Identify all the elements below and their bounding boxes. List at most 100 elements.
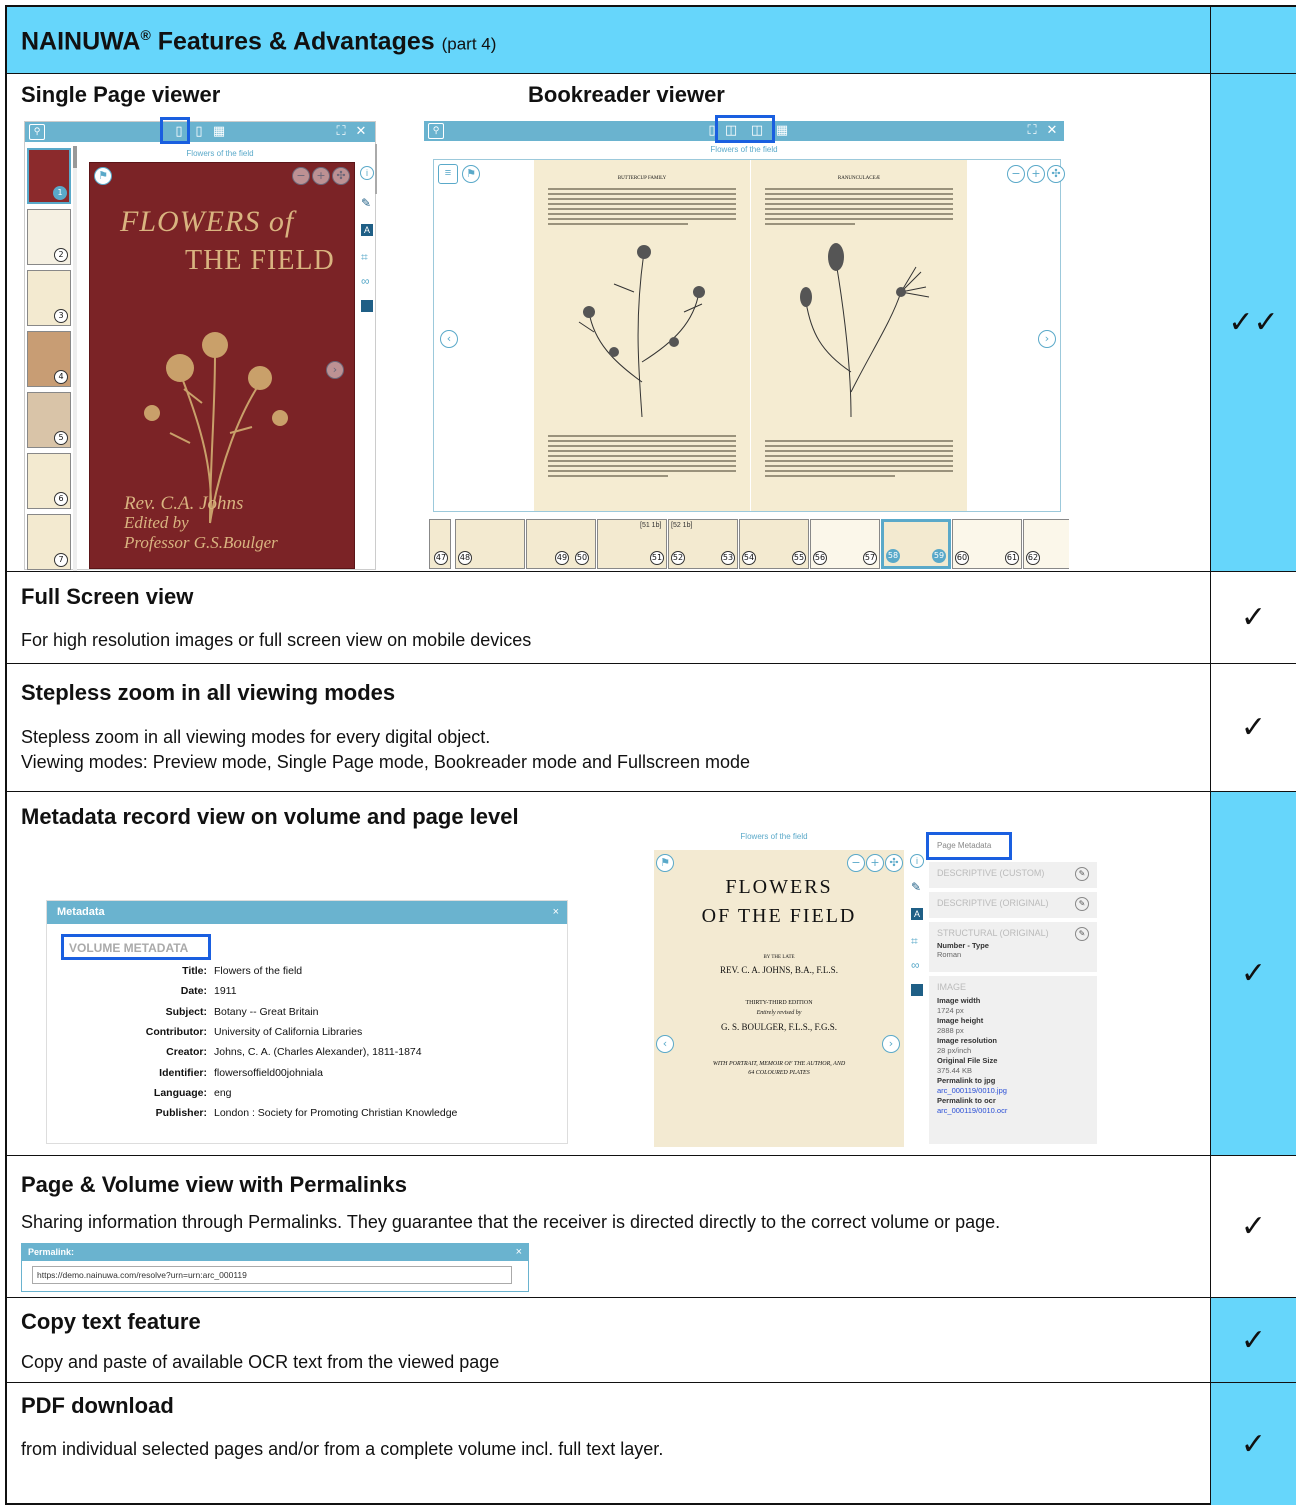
image-field-link[interactable]: arc_000119/0010.ocr	[937, 1106, 1089, 1116]
metadata-field-row: Subject: Botany -- Great Britain	[47, 1006, 319, 1022]
row-check: ✓	[1211, 792, 1296, 1155]
link-icon[interactable]: ∞	[361, 274, 370, 288]
edit-icon[interactable]: ✎	[361, 196, 371, 210]
thumbnail-3[interactable]: 3	[27, 270, 71, 326]
strip-number: 50	[575, 551, 589, 565]
info-icon[interactable]: i	[360, 166, 374, 180]
page-tools: i ✎ A ⌗ ∞	[907, 850, 927, 1147]
viewer-scrollbar[interactable]	[375, 144, 377, 194]
thumbnail-2[interactable]: 2	[27, 209, 71, 265]
row-description: Sharing information through Permalinks. …	[21, 1212, 1001, 1232]
zoom-reset-icon[interactable]: ✣	[885, 854, 903, 872]
image-field-key: Image width	[937, 996, 981, 1005]
text-icon[interactable]: A	[361, 224, 373, 236]
strip-page-selected[interactable]: 58 59	[881, 519, 951, 569]
info-icon[interactable]: i	[910, 854, 924, 868]
thumbnail-5[interactable]: 5	[27, 392, 71, 448]
title-page-line-1: FLOWERS	[725, 876, 833, 898]
zoom-reset-icon[interactable]: ✣	[332, 167, 350, 185]
single-page-viewer: ⚲ ▯ ▯ ▦ ⛶ ✕ 1 2 3 4 5 6 7 Flowers of the…	[24, 117, 377, 571]
descriptive-custom-section[interactable]: DESCRIPTIVE (CUSTOM) ✎	[929, 862, 1097, 888]
edit-icon[interactable]: ✎	[1075, 897, 1089, 911]
search-icon[interactable]: ⚲	[29, 124, 45, 140]
strip-number: 53	[721, 551, 735, 565]
strip-page[interactable]: 48	[455, 519, 525, 569]
previous-page-icon[interactable]: ‹	[656, 1035, 674, 1053]
image-fields: Image width 1724 px Image height 2888 px Ima…	[937, 996, 1089, 1116]
zoom-in-icon[interactable]: +	[866, 854, 884, 872]
strip-page[interactable]: 60 61	[952, 519, 1022, 569]
strip-page[interactable]: [52 1b] 52 53	[668, 519, 738, 569]
row-title: Full Screen view	[21, 584, 194, 609]
cover-author-1: Rev. C.A. Johns	[124, 493, 244, 514]
crop-icon[interactable]: ⌗	[911, 934, 918, 949]
left-page-illustration	[578, 245, 705, 418]
thumbnail-7[interactable]: 7	[27, 514, 71, 570]
zoom-reset-icon[interactable]: ✣	[1047, 165, 1065, 183]
toc-icon[interactable]: ≡	[438, 164, 458, 184]
thumbnail-6[interactable]: 6	[27, 453, 71, 509]
strip-page[interactable]: 49 50	[526, 519, 596, 569]
previous-page-icon[interactable]: ‹	[440, 330, 458, 348]
image-field-value: 28 px/inch	[937, 1046, 972, 1055]
next-page-icon[interactable]: ›	[326, 361, 344, 379]
grid-mode-icon[interactable]: ▦	[774, 123, 790, 139]
strip-number: 61	[1005, 551, 1019, 565]
link-icon[interactable]: ∞	[911, 958, 920, 972]
fullscreen-icon[interactable]: ⛶	[1024, 123, 1040, 139]
zoom-in-icon[interactable]: +	[312, 167, 330, 185]
image-field-link[interactable]: arc_000119/0010.jpg	[937, 1086, 1089, 1096]
page-metadata-tab[interactable]: Page Metadata	[937, 841, 991, 850]
grid-mode-icon[interactable]: ▦	[211, 124, 227, 140]
strip-number: 57	[863, 551, 877, 565]
title-page-author: REV. C. A. JOHNS, B.A., F.L.S.	[720, 965, 838, 975]
row-permalinks: Page & Volume view with Permalinks Shari…	[7, 1156, 1296, 1298]
bookmark-icon[interactable]: ⚑	[656, 854, 674, 872]
permalink-close-button[interactable]: ×	[516, 1244, 522, 1261]
close-icon[interactable]: ✕	[353, 124, 369, 140]
download-icon[interactable]	[361, 300, 373, 312]
strip-page[interactable]: [51 1b] 51	[597, 519, 667, 569]
thumbnail-scrollbar[interactable]	[73, 146, 77, 571]
zoom-out-icon[interactable]: −	[1007, 165, 1025, 183]
close-icon[interactable]: ✕	[1044, 123, 1060, 139]
descriptive-original-section[interactable]: DESCRIPTIVE (ORIGINAL) ✎	[929, 892, 1097, 918]
structural-original-section[interactable]: STRUCTURAL (ORIGINAL) ✎ Number - Type Rom…	[929, 922, 1097, 972]
fullscreen-icon[interactable]: ⛶	[333, 124, 349, 140]
next-page-icon[interactable]: ›	[882, 1035, 900, 1053]
thumb-number: 6	[54, 492, 68, 506]
thumbnail-1[interactable]: 1	[27, 148, 71, 204]
metadata-field-key: Identifier:	[159, 1066, 207, 1079]
row-metadata: Metadata record view on volume and page …	[7, 792, 1296, 1156]
metadata-close-button[interactable]: ×	[553, 901, 559, 924]
thumbnail-4[interactable]: 4	[27, 331, 71, 387]
strip-page[interactable]: 62	[1023, 519, 1069, 569]
metadata-panel-title: Metadata	[57, 906, 105, 918]
metadata-field-row: Publisher: London : Society for Promoting…	[47, 1107, 458, 1123]
permalink-header: Permalink: ×	[22, 1244, 528, 1261]
bookmark-icon[interactable]: ⚑	[462, 165, 480, 183]
page-tag: [52 1b]	[671, 522, 693, 529]
strip-number: 59	[932, 549, 946, 563]
single-viewer-label: Single Page viewer	[21, 82, 221, 107]
edit-icon[interactable]: ✎	[1075, 927, 1089, 941]
zoom-in-icon[interactable]: +	[1027, 165, 1045, 183]
permalink-url-field[interactable]: https://demo.nainuwa.com/resolve?urn=urn…	[32, 1266, 512, 1284]
edit-icon[interactable]: ✎	[911, 880, 921, 894]
double-page-mode-icon[interactable]: ▯	[191, 124, 207, 140]
download-icon[interactable]	[911, 984, 923, 996]
strip-page[interactable]: 56 57	[810, 519, 880, 569]
strip-page[interactable]: 47	[429, 519, 451, 569]
search-icon[interactable]: ⚲	[428, 123, 444, 139]
next-page-icon[interactable]: ›	[1038, 330, 1056, 348]
zoom-out-icon[interactable]: −	[292, 167, 310, 185]
bookmark-icon[interactable]: ⚑	[94, 167, 112, 185]
permalink-title: Permalink:	[28, 1247, 75, 1257]
image-field-key: Image height	[937, 1016, 984, 1025]
strip-page[interactable]: 54 55	[739, 519, 809, 569]
zoom-out-icon[interactable]: −	[847, 854, 865, 872]
crop-icon[interactable]: ⌗	[361, 250, 368, 265]
edit-icon[interactable]: ✎	[1075, 867, 1089, 881]
text-icon[interactable]: A	[911, 908, 923, 920]
cover-title-2: THE FIELD	[185, 245, 335, 276]
